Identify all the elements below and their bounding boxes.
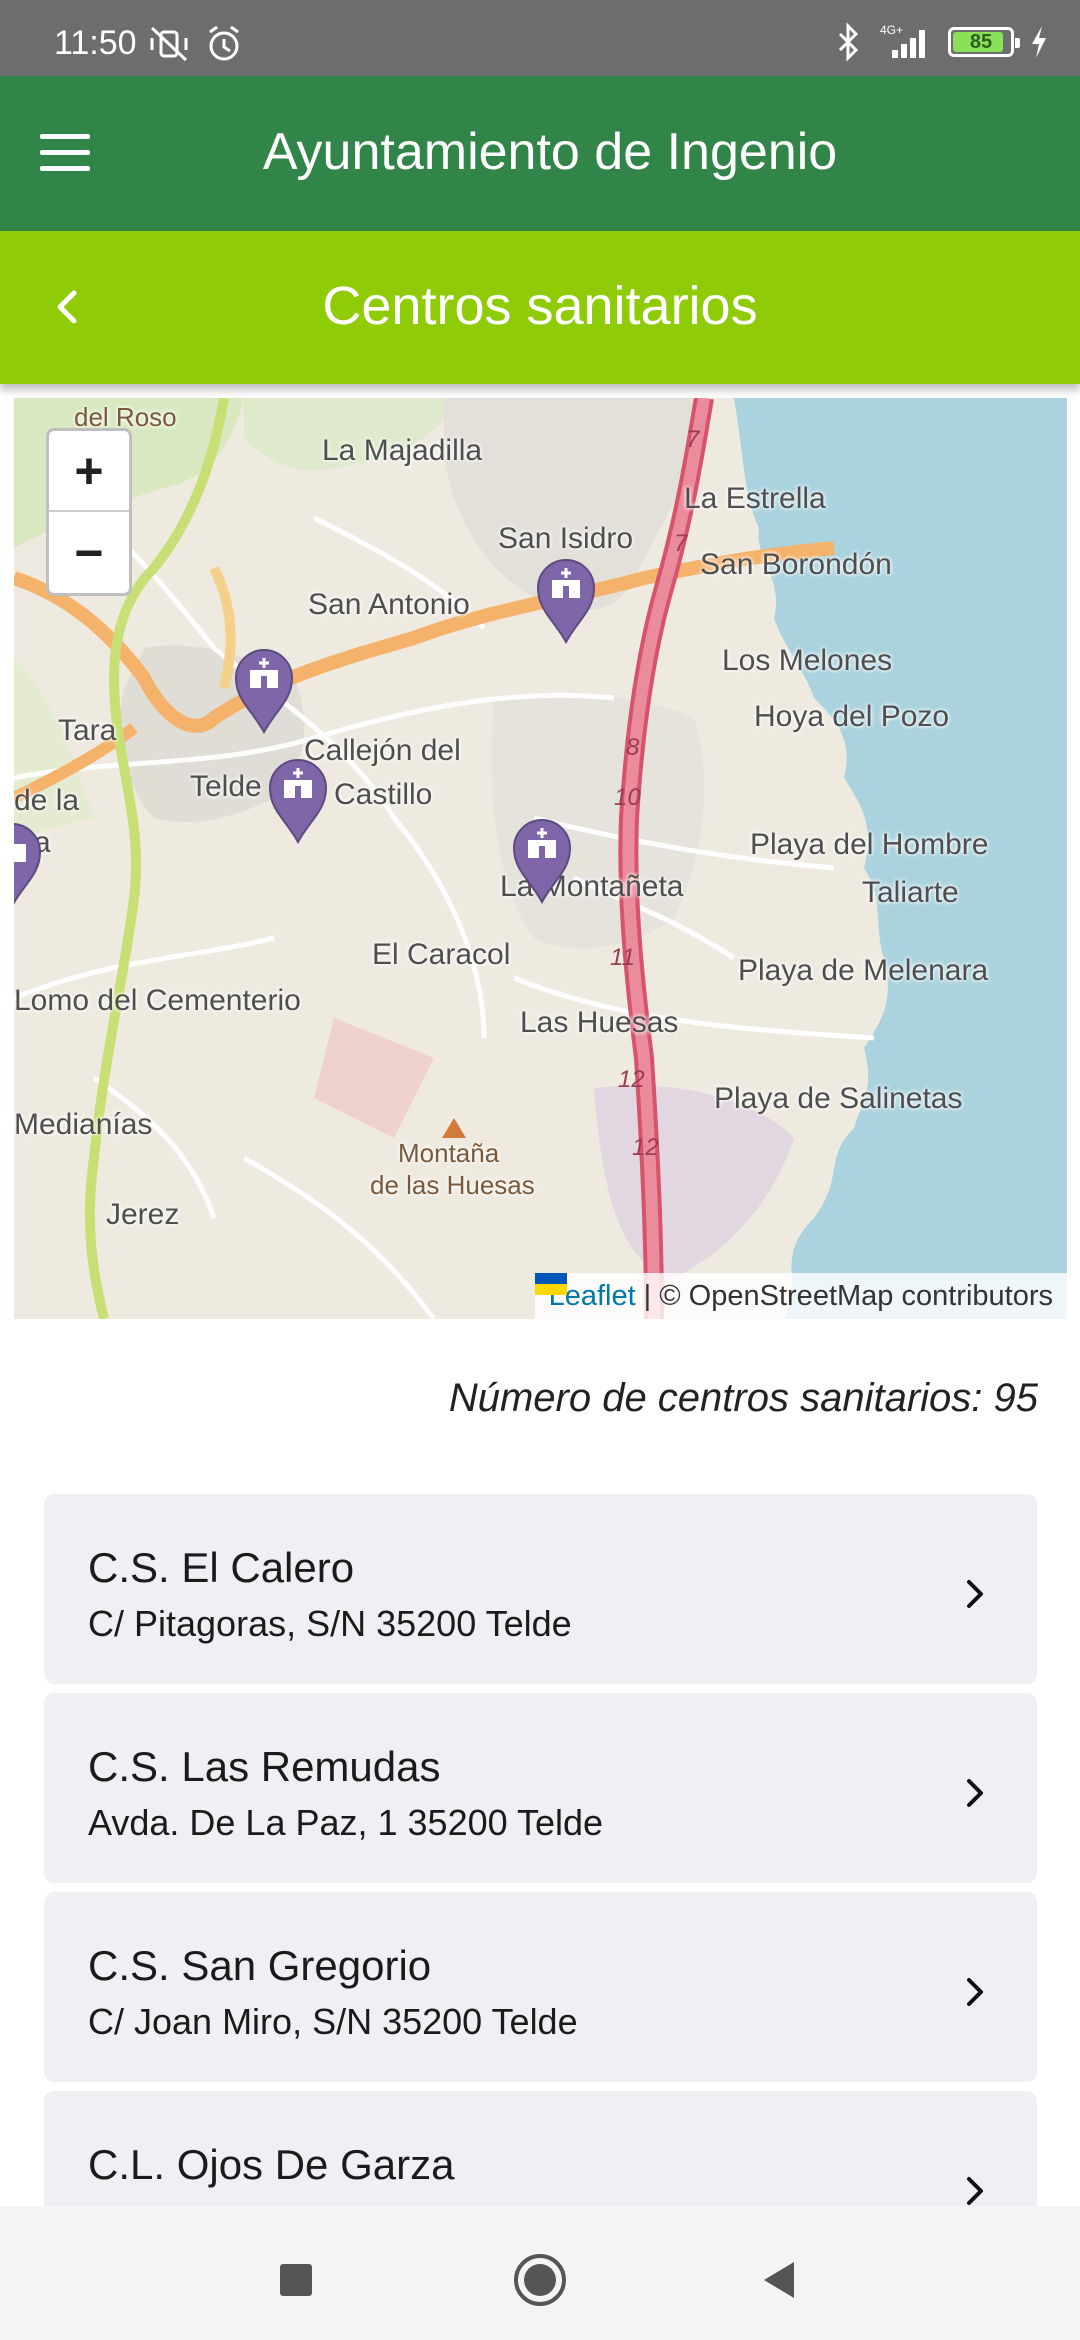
map-label: de las Huesas	[370, 1170, 535, 1200]
battery-level: 85	[969, 31, 993, 53]
zoom-control: + −	[46, 428, 132, 596]
charging-icon	[1032, 26, 1046, 58]
square-recents-icon[interactable]	[266, 2250, 326, 2310]
map-view[interactable]: del Roso La Majadilla La Estrella San Is…	[14, 398, 1067, 1319]
map-label: San Antonio	[308, 588, 470, 621]
road-number: 8	[626, 734, 640, 761]
system-nav-bar	[0, 2206, 1080, 2340]
map-label: San Isidro	[498, 522, 634, 555]
status-time: 11:50	[54, 24, 137, 62]
status-left-icons	[148, 24, 244, 64]
chevron-right-icon	[967, 2177, 983, 2205]
circle-home-icon[interactable]	[510, 2250, 570, 2310]
status-right-icons: 4G+ 85	[836, 22, 1050, 62]
list-item[interactable]: C.S. El Calero C/ Pitagoras, S/N 35200 T…	[44, 1494, 1037, 1684]
road-number: 10	[614, 784, 641, 811]
map-label: Lomo del Cementerio	[14, 984, 301, 1017]
map-label: San Borondón	[700, 548, 892, 581]
triangle-back-icon[interactable]	[750, 2250, 810, 2310]
road-number: 12	[632, 1134, 659, 1161]
map-label: La Estrella	[684, 482, 826, 515]
road-number: 12	[618, 1066, 645, 1093]
health-center-marker-icon[interactable]	[510, 814, 574, 904]
list-item[interactable]: C.L. Ojos De Garza	[44, 2091, 1037, 2206]
health-center-marker-icon[interactable]	[232, 644, 296, 734]
map-label: Montaña	[398, 1138, 500, 1168]
map-label: de la	[14, 784, 80, 817]
health-center-marker-icon[interactable]	[534, 554, 598, 644]
chevron-right-icon	[967, 1779, 983, 1807]
center-address: C/ Pitagoras, S/N 35200 Telde	[88, 1603, 572, 1644]
list-item[interactable]: C.S. San Gregorio C/ Joan Miro, S/N 3520…	[44, 1892, 1037, 2082]
chevron-right-icon	[967, 1978, 983, 2006]
map-label: Hoya del Pozo	[754, 700, 950, 733]
alarm-icon	[209, 25, 239, 61]
road-number: 7	[674, 530, 688, 557]
map-label: Las Huesas	[520, 1006, 679, 1039]
page-title: Centros sanitarios	[322, 276, 758, 336]
zoom-in-button[interactable]: +	[49, 431, 129, 512]
list-item[interactable]: C.S. Las Remudas Avda. De La Paz, 1 3520…	[44, 1693, 1037, 1883]
center-name: C.S. Las Remudas	[88, 1743, 441, 1790]
center-name: C.S. El Calero	[88, 1544, 355, 1591]
map-label: Playa de Salinetas	[714, 1082, 963, 1115]
map-label: El Caracol	[372, 938, 511, 971]
center-address: C/ Joan Miro, S/N 35200 Telde	[88, 2001, 578, 2042]
map-label: Playa del Hombre	[750, 828, 989, 861]
center-address: Avda. De La Paz, 1 35200 Telde	[88, 1802, 604, 1843]
map-label: La Majadilla	[322, 434, 483, 467]
map-label: Castillo	[334, 778, 433, 811]
map-label: Telde	[190, 770, 262, 803]
road-number: 7	[686, 426, 700, 453]
section-header: Centros sanitarios	[0, 231, 1080, 384]
map-label: Medianías	[14, 1108, 153, 1141]
chevron-right-icon	[967, 1580, 983, 1608]
zoom-out-button[interactable]: −	[49, 512, 129, 593]
attribution-text: | © OpenStreetMap contributors	[643, 1279, 1053, 1312]
network-type-label: 4G+	[880, 23, 903, 37]
map-label: Los Melones	[722, 644, 893, 677]
health-centers-list[interactable]: C.S. El Calero C/ Pitagoras, S/N 35200 T…	[44, 1494, 1037, 2206]
app-screen: 11:50 4G+ 85 Ayuntamiento de Ingenio Cen…	[0, 0, 1080, 2340]
health-center-marker-icon[interactable]	[14, 818, 44, 908]
center-name: C.L. Ojos De Garza	[88, 2141, 455, 2188]
bluetooth-icon	[838, 22, 859, 62]
app-header: Ayuntamiento de Ingenio	[0, 76, 1080, 231]
signal-icon: 4G+	[880, 23, 925, 58]
app-title: Ayuntamiento de Ingenio	[262, 123, 838, 181]
map-label: Taliarte	[862, 876, 959, 909]
vibrate-off-icon	[150, 26, 188, 62]
map-label: Tara	[58, 714, 117, 747]
map-attribution: Leaflet | © OpenStreetMap contributors	[534, 1273, 1067, 1319]
map-label: Jerez	[106, 1198, 180, 1231]
centers-count-label: Número de centros sanitarios: 95	[448, 1376, 1038, 1420]
center-name: C.S. San Gregorio	[88, 1942, 432, 1989]
battery-icon: 85	[948, 27, 1020, 57]
status-bar: 11:50 4G+ 85	[0, 0, 1080, 76]
ukraine-flag-icon	[534, 1273, 567, 1295]
health-center-marker-icon[interactable]	[266, 754, 330, 844]
road-number: 11	[610, 944, 635, 971]
map-label: Playa de Melenara	[738, 954, 989, 987]
